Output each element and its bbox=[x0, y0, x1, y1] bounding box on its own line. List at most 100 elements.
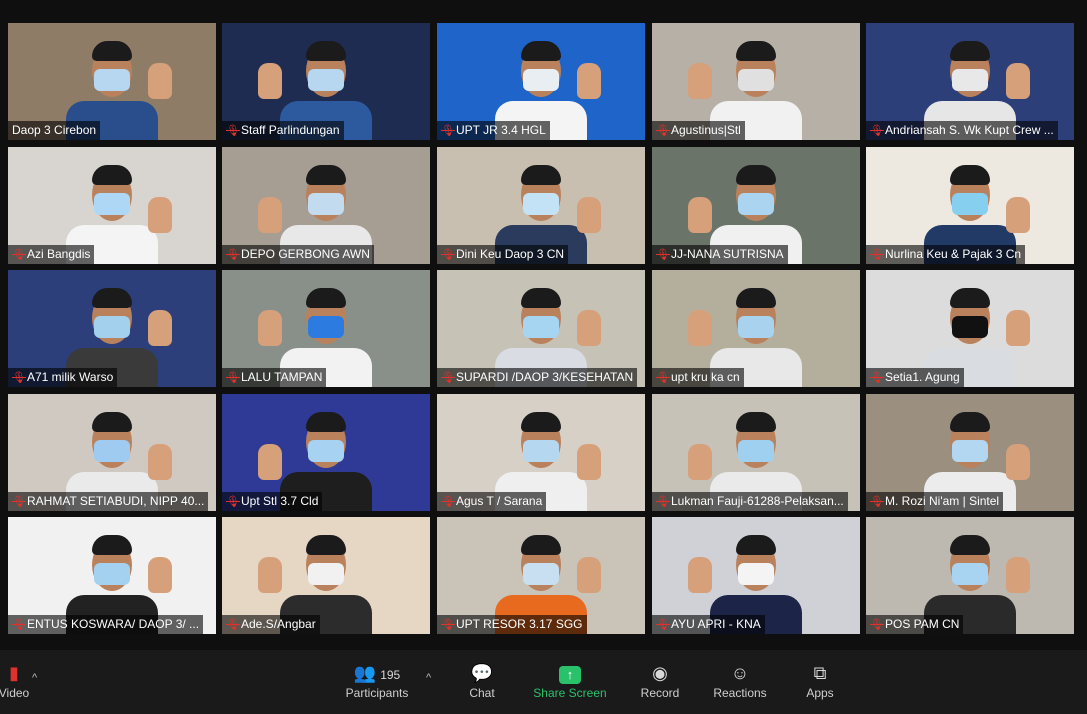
muted-mic-icon: 🎙 bbox=[870, 372, 884, 384]
ok-hand-gesture bbox=[148, 197, 172, 233]
participant-name: 🎙POS PAM CN bbox=[866, 615, 964, 634]
participant-name-label: AYU APRI - KNA bbox=[671, 617, 761, 631]
participant-tile[interactable]: 🎙Agus T / Sarana bbox=[437, 394, 645, 511]
participant-tile[interactable]: 🎙SUPARDI /DAOP 3/KESEHATAN bbox=[437, 270, 645, 387]
participant-name: 🎙M. Rozi Ni'am | Sintel bbox=[866, 492, 1004, 511]
participant-tile[interactable]: 🎙Upt Stl 3.7 Cld bbox=[222, 394, 430, 511]
record-button[interactable]: ◉ Record bbox=[634, 660, 686, 700]
muted-mic-icon: 🎙 bbox=[656, 496, 670, 508]
participant-hair bbox=[306, 535, 346, 555]
participant-tile[interactable]: 🎙Setia1. Agung bbox=[866, 270, 1074, 387]
participant-tile[interactable]: 🎙AYU APRI - KNA bbox=[652, 517, 860, 634]
participant-tile[interactable]: 🎙Staff Parlindungan bbox=[222, 23, 430, 140]
ok-hand-gesture bbox=[258, 310, 282, 346]
participant-tile[interactable]: 🎙JJ-NANA SUTRISNA bbox=[652, 147, 860, 264]
participant-tile[interactable]: 🎙upt kru ka cn bbox=[652, 270, 860, 387]
participant-name: 🎙UPT RESOR 3.17 SGG bbox=[437, 615, 587, 634]
participant-tile[interactable]: 🎙A71 milik Warso bbox=[8, 270, 216, 387]
participant-tile[interactable]: 🎙Nurlina Keu & Pajak 3 Cn bbox=[866, 147, 1074, 264]
participant-name-label: Lukman Fauji-61288-Pelaksan... bbox=[671, 494, 844, 508]
reactions-button[interactable]: ☺ Reactions bbox=[709, 660, 771, 700]
participant-name: 🎙Ade.S/Angbar bbox=[222, 615, 320, 634]
muted-mic-icon: 🎙 bbox=[441, 496, 455, 508]
participant-tile[interactable]: 🎙Andriansah S. Wk Kupt Crew ... bbox=[866, 23, 1074, 140]
video-button[interactable]: ▮ Video bbox=[0, 660, 34, 700]
participant-tile[interactable]: 🎙Ade.S/Angbar bbox=[222, 517, 430, 634]
participant-name: 🎙ENTUS KOSWARA/ DAOP 3/ ... bbox=[8, 615, 204, 634]
participants-button[interactable]: 👥 195 Participants bbox=[342, 660, 412, 700]
participant-hair bbox=[736, 535, 776, 555]
ok-hand-gesture bbox=[688, 557, 712, 593]
video-options-caret-icon[interactable]: ^ bbox=[32, 672, 37, 684]
participant-tile[interactable]: 🎙Azi Bangdis bbox=[8, 147, 216, 264]
ok-hand-gesture bbox=[258, 63, 282, 99]
participant-name: 🎙Dini Keu Daop 3 CN bbox=[437, 245, 569, 264]
ok-hand-gesture bbox=[1006, 197, 1030, 233]
face-mask bbox=[94, 440, 130, 462]
participant-name: 🎙RAHMAT SETIABUDI, NIPP 40... bbox=[8, 492, 209, 511]
participant-tile[interactable]: 🎙UPT RESOR 3.17 SGG bbox=[437, 517, 645, 634]
participant-hair bbox=[736, 412, 776, 432]
ok-hand-gesture bbox=[148, 63, 172, 99]
face-mask bbox=[952, 316, 988, 338]
muted-mic-icon: 🎙 bbox=[12, 249, 26, 261]
ok-hand-gesture bbox=[577, 197, 601, 233]
face-mask bbox=[523, 563, 559, 585]
participant-name-label: Setia1. Agung bbox=[885, 370, 960, 384]
muted-mic-icon: 🎙 bbox=[226, 125, 240, 137]
share-screen-button[interactable]: ↑ Share Screen bbox=[530, 660, 610, 700]
participant-hair bbox=[92, 165, 132, 185]
participants-count: 195 bbox=[380, 668, 401, 682]
participant-hair bbox=[306, 288, 346, 308]
participant-hair bbox=[950, 288, 990, 308]
video-label: Video bbox=[0, 686, 30, 700]
participants-options-caret-icon[interactable]: ^ bbox=[426, 672, 431, 684]
ok-hand-gesture bbox=[148, 310, 172, 346]
participant-tile[interactable]: 🎙M. Rozi Ni'am | Sintel bbox=[866, 394, 1074, 511]
record-icon: ◉ bbox=[652, 663, 668, 683]
ok-hand-gesture bbox=[577, 63, 601, 99]
participant-tile[interactable]: 🎙UPT JR 3.4 HGL bbox=[437, 23, 645, 140]
ok-hand-gesture bbox=[258, 444, 282, 480]
participants-icon: 👥 bbox=[353, 663, 377, 683]
share-screen-label: Share Screen bbox=[533, 686, 607, 700]
participant-tile[interactable]: Daop 3 Cirebon bbox=[8, 23, 216, 140]
muted-mic-icon: 🎙 bbox=[656, 249, 670, 261]
participant-name: 🎙Lukman Fauji-61288-Pelaksan... bbox=[652, 492, 848, 511]
participant-name-label: Azi Bangdis bbox=[27, 247, 91, 261]
muted-mic-icon: 🎙 bbox=[226, 619, 240, 631]
participant-hair bbox=[92, 288, 132, 308]
participant-hair bbox=[92, 41, 132, 61]
video-off-icon: ▮ bbox=[9, 663, 19, 683]
face-mask bbox=[308, 440, 344, 462]
chat-button[interactable]: 💬 Chat bbox=[458, 660, 506, 700]
participant-name: 🎙SUPARDI /DAOP 3/KESEHATAN bbox=[437, 368, 638, 387]
participant-name: 🎙Setia1. Agung bbox=[866, 368, 964, 387]
participant-hair bbox=[736, 288, 776, 308]
face-mask bbox=[952, 563, 988, 585]
participant-name: 🎙Andriansah S. Wk Kupt Crew ... bbox=[866, 121, 1058, 140]
muted-mic-icon: 🎙 bbox=[656, 372, 670, 384]
face-mask bbox=[952, 69, 988, 91]
ok-hand-gesture bbox=[577, 444, 601, 480]
participant-name: 🎙UPT JR 3.4 HGL bbox=[437, 121, 550, 140]
participant-tile[interactable]: 🎙Dini Keu Daop 3 CN bbox=[437, 147, 645, 264]
muted-mic-icon: 🎙 bbox=[441, 372, 455, 384]
chat-label: Chat bbox=[469, 686, 495, 700]
participant-name-label: Dini Keu Daop 3 CN bbox=[456, 247, 565, 261]
participant-tile[interactable]: 🎙Lukman Fauji-61288-Pelaksan... bbox=[652, 394, 860, 511]
apps-icon: ⧉ bbox=[813, 663, 827, 683]
participant-name: 🎙Agus T / Sarana bbox=[437, 492, 547, 511]
participant-tile[interactable]: 🎙POS PAM CN bbox=[866, 517, 1074, 634]
participant-tile[interactable]: 🎙Agustinus|Stl bbox=[652, 23, 860, 140]
participant-tile[interactable]: 🎙LALU TAMPAN bbox=[222, 270, 430, 387]
participant-name-label: A71 milik Warso bbox=[27, 370, 114, 384]
participant-name-label: Staff Parlindungan bbox=[241, 123, 340, 137]
participant-tile[interactable]: 🎙DEPO GERBONG AWN bbox=[222, 147, 430, 264]
participant-tile[interactable]: 🎙ENTUS KOSWARA/ DAOP 3/ ... bbox=[8, 517, 216, 634]
apps-button[interactable]: ⧉ Apps bbox=[800, 660, 840, 700]
muted-mic-icon: 🎙 bbox=[870, 249, 884, 261]
participant-tile[interactable]: 🎙RAHMAT SETIABUDI, NIPP 40... bbox=[8, 394, 216, 511]
video-grid: Daop 3 Cirebon 🎙Staff Parlindungan 🎙UPT JR… bbox=[0, 0, 1087, 650]
participant-name: 🎙upt kru ka cn bbox=[652, 368, 744, 387]
